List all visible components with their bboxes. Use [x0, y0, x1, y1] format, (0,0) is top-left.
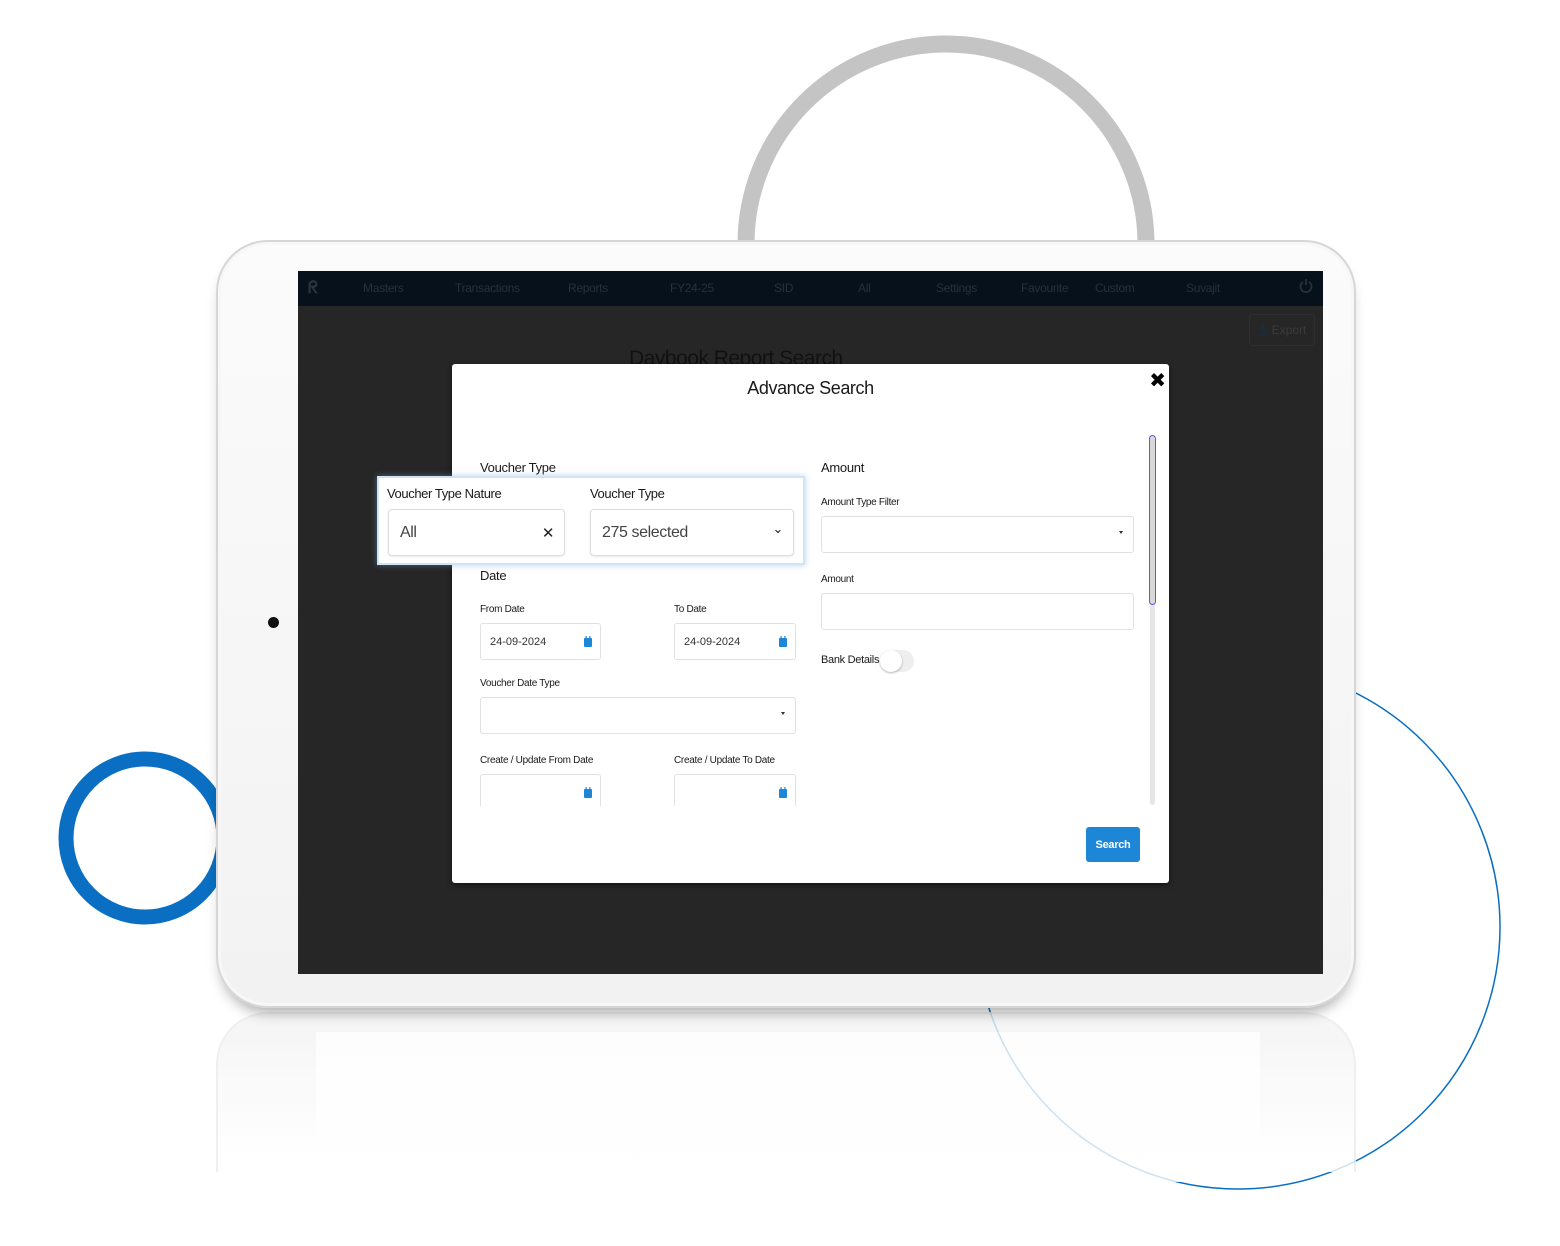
- calendar-icon[interactable]: [584, 787, 592, 798]
- nav-reports[interactable]: Reports: [568, 281, 608, 295]
- voucher-type-select[interactable]: 275 selected ⌄: [590, 509, 794, 556]
- caret-down-icon: [781, 712, 785, 715]
- toggle-knob: [880, 650, 902, 672]
- export-button[interactable]: Export: [1249, 314, 1315, 346]
- cu-to-date-input[interactable]: [674, 774, 796, 806]
- voucher-type-label: Voucher Type: [590, 486, 665, 501]
- search-button[interactable]: Search: [1086, 827, 1140, 862]
- from-date-value: 24-09-2024: [490, 635, 547, 648]
- nav-masters[interactable]: Masters: [363, 281, 404, 295]
- amount-label: Amount: [821, 574, 854, 585]
- voucher-type-nature-label: Voucher Type Nature: [387, 486, 502, 501]
- voucher-type-nature-select[interactable]: All ✕: [388, 509, 565, 556]
- calendar-icon[interactable]: [779, 636, 787, 647]
- voucher-type-value: 275 selected: [602, 523, 688, 541]
- voucher-type-heading: Voucher Type: [480, 460, 556, 475]
- voucher-type-nature-value: All: [400, 523, 417, 541]
- power-icon[interactable]: [1299, 278, 1313, 294]
- clear-icon[interactable]: ✕: [542, 524, 555, 542]
- scrollbar-thumb[interactable]: [1149, 435, 1156, 605]
- calendar-icon[interactable]: [584, 636, 592, 647]
- close-icon[interactable]: ✖: [1149, 368, 1166, 392]
- date-heading: Date: [480, 568, 507, 583]
- cu-from-date-label: Create / Update From Date: [480, 755, 594, 766]
- to-date-value: 24-09-2024: [684, 635, 741, 648]
- amount-heading: Amount: [821, 460, 865, 475]
- from-date-input[interactable]: 24-09-2024: [480, 623, 601, 660]
- nav-custom[interactable]: Custom: [1095, 281, 1135, 295]
- cu-to-date-label: Create / Update To Date: [674, 755, 775, 766]
- tablet-camera: [268, 617, 279, 628]
- amount-input[interactable]: [821, 593, 1134, 630]
- modal-title: Advance Search: [747, 378, 874, 398]
- voucher-date-type-select[interactable]: [480, 697, 796, 734]
- app-screen: ᖇ Masters Transactions Reports FY24-25 S…: [298, 271, 1323, 974]
- export-label: Export: [1271, 323, 1307, 337]
- tablet-reflection: [216, 1012, 1356, 1182]
- bank-details-toggle[interactable]: [880, 650, 914, 672]
- amount-type-filter-select[interactable]: [821, 516, 1134, 553]
- blue-ring-decoration: [58, 751, 232, 925]
- cu-from-date-input[interactable]: [480, 774, 601, 806]
- to-date-label: To Date: [674, 604, 707, 615]
- nav-favourite[interactable]: Favourite: [1021, 281, 1069, 295]
- nav-transactions[interactable]: Transactions: [455, 281, 520, 295]
- nav-sid[interactable]: SID: [774, 281, 793, 295]
- voucher-date-type-label: Voucher Date Type: [480, 678, 560, 689]
- nav-user[interactable]: Suvajit: [1186, 281, 1220, 295]
- advance-search-modal: Advance Search ✖ Voucher Type Date From …: [452, 364, 1169, 883]
- download-icon: [1257, 324, 1268, 336]
- logo-icon[interactable]: ᖇ: [308, 278, 322, 298]
- chevron-down-icon: ⌄: [772, 522, 784, 537]
- to-date-input[interactable]: 24-09-2024: [674, 623, 796, 660]
- bank-details-label: Bank Details: [821, 654, 880, 666]
- caret-down-icon: [1119, 531, 1123, 534]
- voucher-type-callout: Voucher Type Nature Voucher Type All ✕ 2…: [377, 476, 805, 565]
- calendar-icon[interactable]: [779, 787, 787, 798]
- gray-arch-decoration: [737, 35, 1155, 245]
- from-date-label: From Date: [480, 604, 525, 615]
- top-navbar: ᖇ Masters Transactions Reports FY24-25 S…: [298, 271, 1323, 306]
- amount-type-filter-label: Amount Type Filter: [821, 497, 900, 508]
- nav-all[interactable]: All: [858, 281, 871, 295]
- nav-settings[interactable]: Settings: [936, 281, 977, 295]
- nav-fy[interactable]: FY24-25: [670, 281, 714, 295]
